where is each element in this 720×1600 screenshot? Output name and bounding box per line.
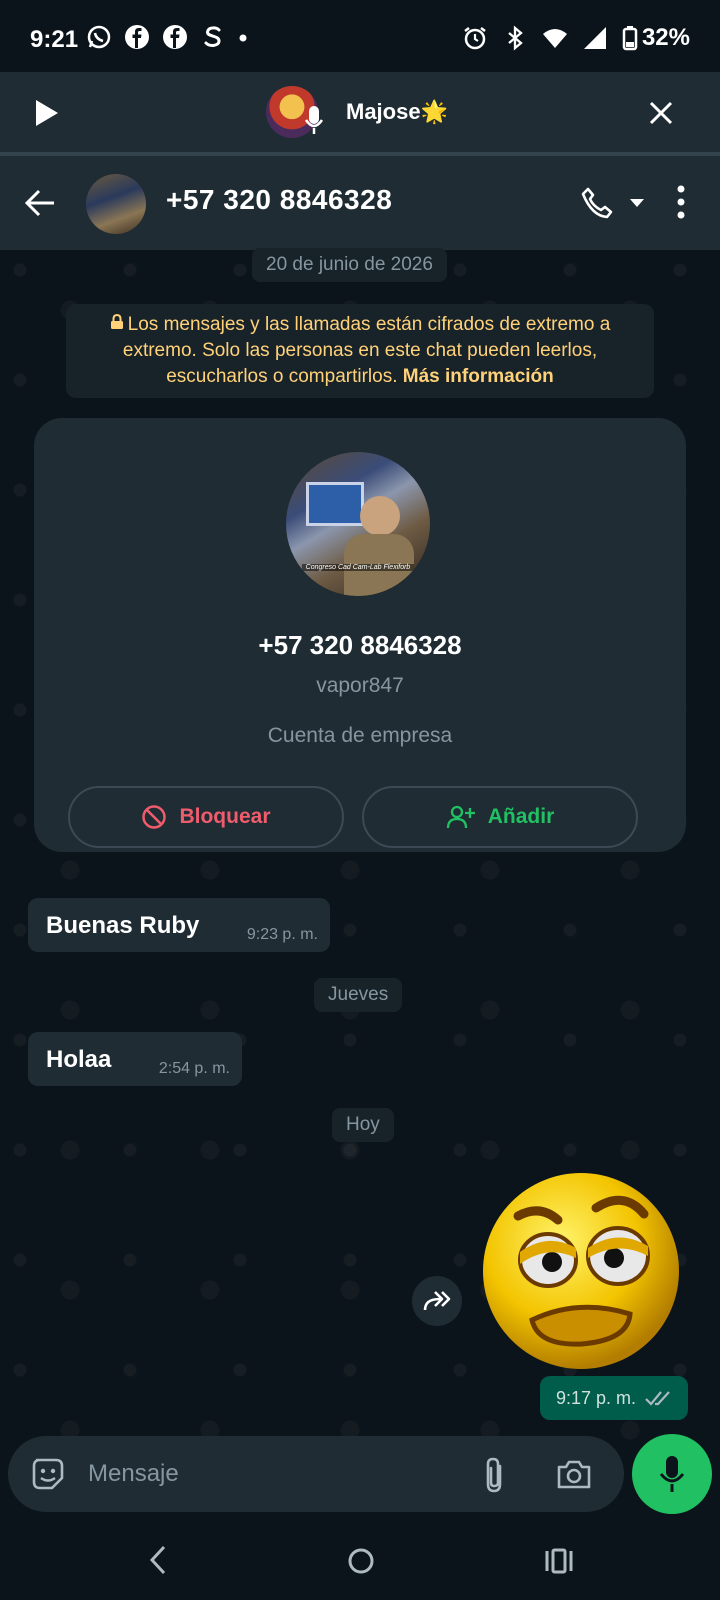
skype-s-icon	[204, 26, 221, 47]
day-separator: Hoy	[332, 1108, 394, 1142]
photo-person-head	[360, 496, 400, 536]
alarm-icon	[464, 27, 486, 50]
star-emoji: 🌟	[420, 99, 448, 124]
message-text: Holaa	[46, 1046, 112, 1073]
message-time: 2:54 p. m.	[158, 1060, 230, 1077]
status-system-icons: 32%	[462, 24, 690, 52]
lock-icon	[110, 312, 124, 338]
message-bubble-incoming[interactable]: Buenas Ruby 9:23 p. m.	[28, 898, 330, 952]
photo-screen-shape	[306, 482, 364, 526]
more-info-link[interactable]: Más información	[403, 366, 554, 387]
system-navigation-bar	[0, 1520, 720, 1600]
nav-home-icon[interactable]	[346, 1546, 376, 1576]
whatsapp-icon	[87, 25, 111, 49]
back-arrow-icon[interactable]	[24, 188, 56, 218]
nav-recents-icon[interactable]	[544, 1546, 574, 1576]
card-account-type: Cuenta de empresa	[267, 724, 453, 747]
add-person-icon	[446, 805, 475, 829]
play-icon[interactable]	[34, 98, 60, 128]
confused-face-sticker	[483, 1173, 679, 1369]
microphone-icon	[304, 106, 324, 134]
forward-icon	[423, 1291, 451, 1311]
sticker-time-badge: 9:17 p. m.	[540, 1376, 688, 1420]
battery-indicator: 32%	[622, 24, 690, 52]
phone-call-icon[interactable]	[580, 186, 614, 220]
facebook-icon	[163, 25, 187, 49]
close-icon[interactable]	[648, 100, 674, 126]
contact-avatar[interactable]	[86, 174, 146, 234]
message-text: Buenas Ruby	[46, 912, 200, 939]
camera-icon[interactable]	[556, 1458, 592, 1490]
forward-button[interactable]	[412, 1276, 462, 1326]
contact-profile-photo[interactable]: Congreso Cad Cam-Lab Flexiforb	[286, 452, 430, 596]
encryption-notice[interactable]: Los mensajes y las llamadas están cifrad…	[66, 304, 654, 399]
chat-header: +57 320 8846328	[0, 156, 720, 250]
voice-message-button[interactable]	[632, 1434, 712, 1514]
microphone-icon	[659, 1456, 685, 1492]
photo-caption: Congreso Cad Cam-Lab Flexiforb	[302, 564, 414, 571]
read-receipt-icon	[645, 1391, 670, 1406]
sticker-icon[interactable]	[30, 1456, 66, 1492]
status-bar: 9:21 32%	[0, 0, 720, 72]
nav-back-icon[interactable]	[148, 1544, 168, 1576]
more-options-icon[interactable]	[676, 184, 686, 220]
block-icon	[142, 805, 167, 829]
voice-chat-banner[interactable]: Majose🌟	[0, 72, 720, 156]
caller-name: Majose🌟	[346, 99, 448, 124]
facebook-icon	[125, 25, 149, 49]
message-time: 9:17 p. m.	[555, 1387, 637, 1408]
signal-icon	[583, 27, 606, 49]
message-bubble-incoming[interactable]: Holaa 2:54 p. m.	[28, 1032, 242, 1086]
date-separator: 20 de junio de 2026	[252, 248, 447, 282]
add-label: Añadir	[487, 805, 555, 828]
card-phone-number: +57 320 8846328	[258, 630, 462, 660]
add-contact-button[interactable]: Añadir	[362, 786, 638, 848]
message-input[interactable]: Mensaje	[88, 1460, 179, 1488]
wifi-icon	[542, 29, 567, 48]
battery-percent: 32%	[641, 24, 690, 51]
block-button[interactable]: Bloquear	[68, 786, 344, 848]
sticker-emoji[interactable]	[478, 1168, 684, 1374]
attach-paperclip-icon[interactable]	[482, 1456, 508, 1494]
message-time: 9:23 p. m.	[246, 926, 318, 943]
bluetooth-icon	[508, 25, 523, 51]
contact-name[interactable]: +57 320 8846328	[166, 184, 392, 216]
message-input-bar: Mensaje	[8, 1436, 624, 1512]
battery-icon	[622, 26, 638, 51]
block-label: Bloquear	[179, 805, 271, 828]
status-time: 9:21	[30, 26, 79, 53]
day-separator: Jueves	[314, 978, 403, 1012]
contact-info-card: Congreso Cad Cam-Lab Flexiforb +57 320 8…	[34, 418, 686, 852]
caret-down-icon[interactable]	[628, 196, 646, 210]
card-username: vapor847	[316, 674, 404, 697]
more-notifications-dot-icon	[239, 34, 247, 42]
status-notification-icons	[86, 24, 248, 50]
